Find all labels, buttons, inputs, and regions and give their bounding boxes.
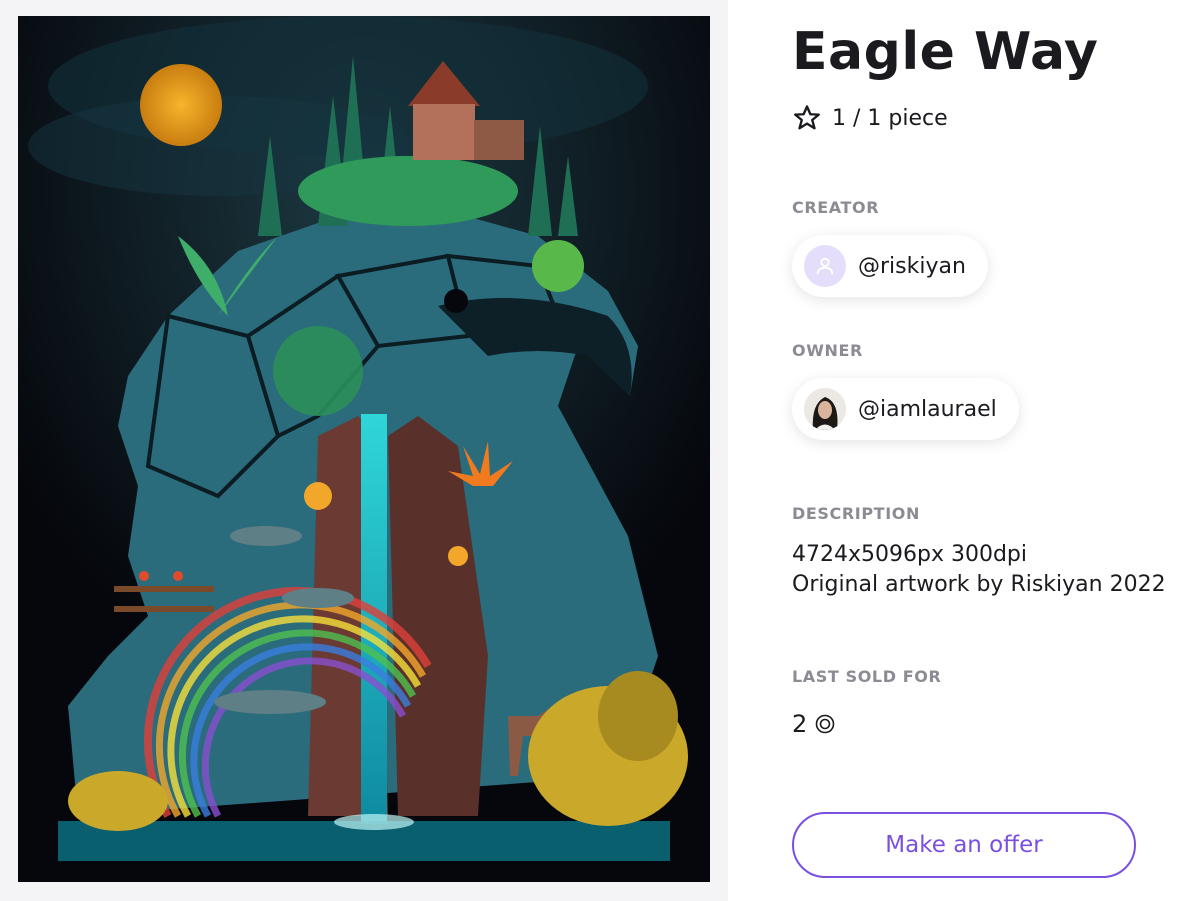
shrub-left-shape [68, 771, 168, 831]
nft-detail-page: Eagle Way 1 / 1 piece CREATOR @riskiyan … [0, 0, 1200, 901]
owner-handle: @iamlaurael [858, 396, 997, 422]
star-outline-icon [794, 105, 820, 130]
artwork-image[interactable] [18, 16, 710, 882]
house-shape [413, 104, 475, 160]
description-text: 4724x5096px 300dpi Original artwork by R… [792, 540, 1166, 600]
creator-handle: @riskiyan [858, 253, 966, 279]
user-placeholder-icon [804, 245, 846, 287]
moon-shape [140, 64, 222, 146]
edition-text: 1 / 1 piece [832, 105, 948, 131]
artwork-illustration [18, 16, 710, 882]
details-panel: Eagle Way 1 / 1 piece CREATOR @riskiyan … [792, 0, 1192, 901]
description-label: DESCRIPTION [792, 504, 920, 523]
user-photo-avatar [804, 388, 846, 430]
creator-label: CREATOR [792, 198, 880, 217]
last-sold-price: 2 [792, 710, 835, 738]
currency-circle-icon [815, 714, 835, 734]
edition-info: 1 / 1 piece [792, 102, 948, 134]
hill-foliage-shape [298, 156, 518, 226]
artwork-panel [0, 0, 728, 901]
last-sold-value: 2 [792, 710, 808, 738]
last-sold-label: LAST SOLD FOR [792, 667, 942, 686]
description-line-2: Original artwork by Riskiyan 2022 [792, 572, 1166, 597]
creator-chip[interactable]: @riskiyan [792, 235, 988, 297]
owner-label: OWNER [792, 341, 863, 360]
artwork-title: Eagle Way [792, 22, 1099, 82]
make-offer-button[interactable]: Make an offer [792, 812, 1136, 878]
owner-chip[interactable]: @iamlaurael [792, 378, 1019, 440]
description-line-1: 4724x5096px 300dpi [792, 542, 1028, 567]
